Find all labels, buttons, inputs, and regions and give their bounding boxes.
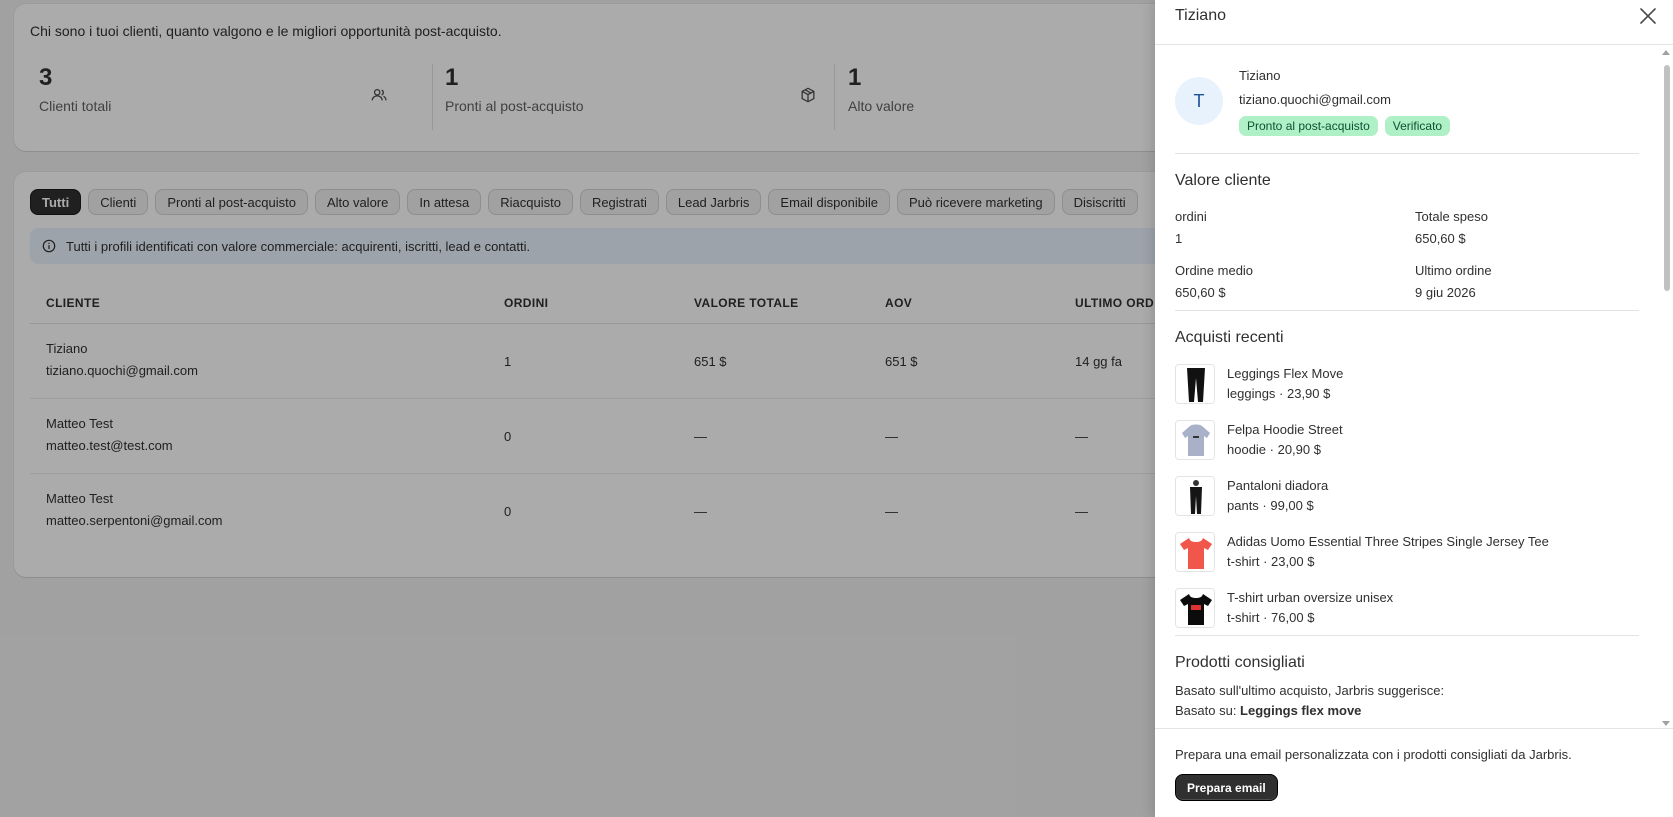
- product-name: Leggings Flex Move: [1227, 366, 1344, 381]
- last-order-label: Ultimo ordine: [1415, 263, 1492, 278]
- profile-badges: Pronto al post-acquisto Verificato: [1239, 116, 1451, 136]
- product-meta: t-shirt · 23,00 $: [1227, 554, 1315, 569]
- aov-label: Ordine medio: [1175, 263, 1254, 278]
- close-icon[interactable]: [1637, 5, 1659, 27]
- scroll-down-icon[interactable]: [1662, 721, 1670, 726]
- orders-value: 1: [1175, 231, 1183, 246]
- aov-value: 650,60 $: [1175, 285, 1226, 300]
- based-on-prefix: Basato su:: [1175, 703, 1241, 718]
- product-meta: leggings · 23,90 $: [1227, 386, 1331, 401]
- based-on-product: Leggings flex move: [1240, 703, 1362, 718]
- purchase-item[interactable]: T-shirt urban oversize unisex t-shirt · 7…: [1175, 586, 1639, 630]
- product-meta: hoodie · 20,90 $: [1227, 442, 1321, 457]
- purchase-item[interactable]: Pantaloni diadora pants · 99,00 $: [1175, 474, 1639, 518]
- product-name: Adidas Uomo Essential Three Stripes Sing…: [1227, 534, 1549, 549]
- orders-label: ordini: [1175, 209, 1207, 224]
- product-image-icon: [1176, 477, 1214, 515]
- total-spent-label: Totale speso: [1415, 209, 1488, 224]
- panel-footer: Prepara una email personalizzata con i p…: [1155, 728, 1673, 817]
- product-image-icon: [1176, 365, 1214, 403]
- product-image-icon: [1176, 533, 1214, 571]
- product-thumbnail: [1175, 476, 1215, 516]
- modal-backdrop[interactable]: [0, 0, 1155, 817]
- purchase-item[interactable]: Felpa Hoodie Street hoodie · 20,90 $: [1175, 418, 1639, 462]
- product-name: Felpa Hoodie Street: [1227, 422, 1343, 437]
- section-title-purchases: Acquisti recenti: [1175, 329, 1284, 346]
- panel-header: Tiziano: [1155, 0, 1673, 45]
- purchase-item[interactable]: Leggings Flex Move leggings · 23,90 $: [1175, 362, 1639, 406]
- recommended-description: Basato sull'ultimo acquisto, Jarbris sug…: [1175, 683, 1445, 698]
- profile-name: Tiziano: [1239, 68, 1281, 83]
- scroll-up-icon[interactable]: [1662, 50, 1670, 55]
- purchase-item[interactable]: Adidas Uomo Essential Three Stripes Sing…: [1175, 530, 1639, 574]
- scroll-thumb[interactable]: [1664, 65, 1670, 291]
- profile-email: tiziano.quochi@gmail.com: [1239, 92, 1391, 107]
- divider: [1175, 153, 1639, 154]
- avatar: T: [1175, 77, 1223, 125]
- last-order-value: 9 giu 2026: [1415, 285, 1476, 300]
- footer-text: Prepara una email personalizzata con i p…: [1175, 747, 1572, 762]
- product-name: T-shirt urban oversize unisex: [1227, 590, 1394, 605]
- product-thumbnail: [1175, 588, 1215, 628]
- divider: [1175, 635, 1639, 636]
- total-spent-value: 650,60 $: [1415, 231, 1466, 246]
- customers-page: Chi sono i tuoi clienti, quanto valgono …: [0, 0, 1673, 817]
- section-title-value: Valore cliente: [1175, 172, 1271, 189]
- product-meta: pants · 99,00 $: [1227, 498, 1314, 513]
- product-image-icon: [1176, 589, 1214, 627]
- product-thumbnail: [1175, 420, 1215, 460]
- product-name: Pantaloni diadora: [1227, 478, 1329, 493]
- section-title-recommended: Prodotti consigliati: [1175, 654, 1305, 671]
- divider: [1175, 310, 1639, 311]
- status-badge: Verificato: [1384, 116, 1451, 136]
- panel-body: T Tiziano tiziano.quochi@gmail.com Pront…: [1175, 45, 1639, 728]
- customer-detail-panel: Tiziano T Tiziano tiziano.quochi@gmail.c…: [1155, 0, 1673, 817]
- panel-scrollbar[interactable]: [1661, 48, 1671, 728]
- product-thumbnail: [1175, 532, 1215, 572]
- recommended-based-on: Basato su: Leggings flex move: [1175, 703, 1361, 718]
- prepare-email-button[interactable]: Prepara email: [1175, 774, 1278, 801]
- product-thumbnail: [1175, 364, 1215, 404]
- product-image-icon: [1176, 421, 1214, 459]
- product-meta: t-shirt · 76,00 $: [1227, 610, 1315, 625]
- status-badge: Pronto al post-acquisto: [1239, 116, 1378, 136]
- panel-title: Tiziano: [1175, 7, 1226, 24]
